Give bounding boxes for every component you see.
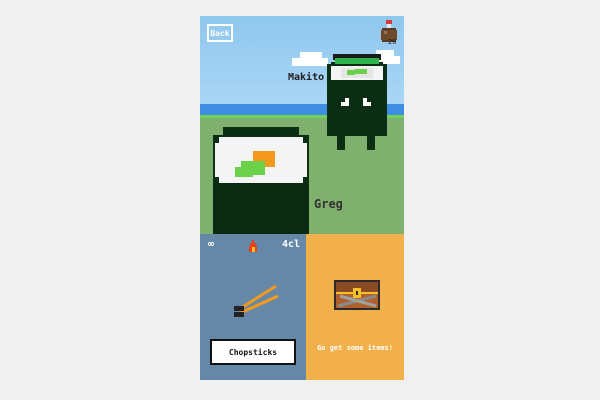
weapon-cooldown: 4cl [282, 239, 301, 250]
flame-icon [249, 240, 257, 252]
weapon-panel: ∞ 4cl Chopsticks [200, 234, 306, 380]
greg-sushi-player [213, 127, 309, 235]
stamina-infinity: ∞ [208, 239, 215, 250]
back-button[interactable]: Back [207, 24, 233, 42]
chopsticks-button[interactable]: Chopsticks [210, 339, 296, 365]
get-items-message: Go get some items! [317, 344, 393, 352]
items-panel[interactable]: Go get some items! [306, 234, 404, 380]
player-name: Greg [314, 197, 343, 211]
treasure-chest-icon [334, 280, 380, 310]
makito-sushi-enemy [327, 54, 387, 150]
chopsticks-icon [234, 284, 279, 317]
potion-count: 20 [388, 38, 397, 46]
cloud [300, 52, 322, 60]
game-screen: Back 20 Makito Greg ∞ 4cl Chopsticks Go … [200, 16, 404, 380]
enemy-name: Makito [288, 72, 325, 83]
